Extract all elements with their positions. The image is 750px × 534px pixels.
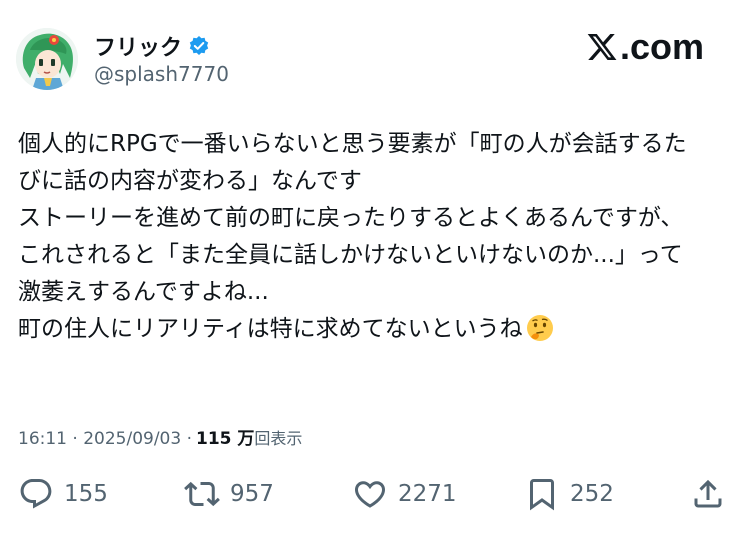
- user-name-row: フリック: [94, 30, 210, 62]
- tweet-line: ストーリーを進めて前の町に戻ったりするとよくあるんですが、: [18, 205, 684, 231]
- tweet-meta: 16:11 · 2025/09/03 · 115 万 回表示: [18, 424, 302, 449]
- tweet-line: 個人的にRPGで一番いらないと思う要素が「町の人が会話するた: [18, 131, 687, 157]
- share-icon: [694, 479, 722, 508]
- retweet-count: 957: [230, 481, 274, 507]
- heart-icon: [354, 481, 386, 508]
- views-label: 回表示: [254, 429, 303, 448]
- retweet-button[interactable]: 957: [184, 470, 274, 518]
- bookmark-button[interactable]: 252: [524, 470, 614, 518]
- views-count: 115 万: [196, 429, 255, 449]
- bookmark-count: 252: [570, 481, 614, 507]
- avatar-image: [16, 28, 78, 90]
- share-button[interactable]: [690, 470, 726, 518]
- x-logo-icon: [587, 34, 617, 60]
- user-name[interactable]: フリック: [94, 30, 182, 62]
- like-count: 2271: [398, 481, 457, 507]
- reply-button[interactable]: 155: [18, 470, 108, 518]
- reply-count: 155: [64, 481, 108, 507]
- tweet-line: 激萎えするんですよね...: [18, 279, 269, 305]
- action-bar: 155 957 2271 252: [0, 470, 750, 518]
- tweet-line: 町の住人にリアリティは特に求めてないというね: [18, 316, 523, 342]
- logo-text: .com: [619, 26, 704, 67]
- tweet-line: びに話の内容が変わる」なんです: [18, 168, 362, 194]
- user-handle[interactable]: @splash7770: [94, 62, 229, 86]
- tweet-line: これされると「また全員に話しかけないといけないのか...」って: [18, 242, 683, 268]
- retweet-icon: [184, 481, 220, 507]
- verified-badge-icon: [188, 35, 210, 57]
- reply-icon: [20, 479, 52, 509]
- tweet-line-last: 町の住人にリアリティは特に求めてないというね: [18, 311, 733, 348]
- timestamp[interactable]: 16:11 · 2025/09/03 ·: [18, 429, 192, 449]
- tweet-text: 個人的にRPGで一番いらないと思う要素が「町の人が会話するた びに話の内容が変わ…: [18, 126, 733, 348]
- x-com-logo: .com: [586, 26, 704, 68]
- avatar[interactable]: [16, 28, 78, 90]
- bookmark-icon: [530, 479, 554, 511]
- thinking-face-icon: [525, 313, 555, 343]
- like-button[interactable]: 2271: [352, 470, 457, 518]
